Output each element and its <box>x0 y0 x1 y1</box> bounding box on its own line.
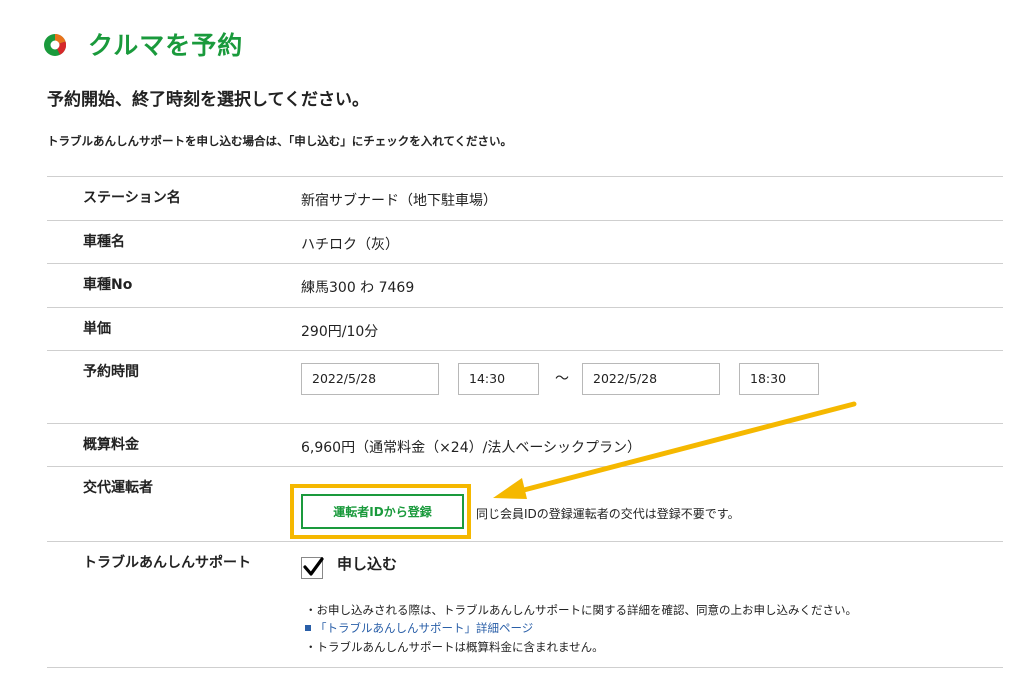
checkmark-icon <box>303 557 324 576</box>
alternate-driver-note: 同じ会員IDの登録運転者の交代は登録不要です。 <box>476 507 740 521</box>
station-row: ステーション名 新宿サブナード（地下駐車場） <box>47 177 1003 221</box>
bottom-divider <box>47 667 1003 668</box>
support-note-fee: ・トラブルあんしんサポートは概算料金に含まれません。 <box>305 640 604 654</box>
car-name-label: 車種名 <box>83 234 125 250</box>
apply-checkbox-label[interactable]: 申し込む <box>337 553 397 574</box>
estimated-fee-row: 概算料金 6,960円（通常料金（×24）/法人ベーシックプラン） <box>47 424 1003 467</box>
station-label: ステーション名 <box>83 190 181 206</box>
reservation-time-row: 予約時間 2022/5/28 14:30 ～ 2022/5/28 18:30 <box>47 351 1003 424</box>
station-value: 新宿サブナード（地下駐車場） <box>301 193 497 209</box>
register-by-driver-id-button[interactable]: 運転者IDから登録 <box>301 494 464 529</box>
page-title: クルマを予約 <box>88 31 244 60</box>
alternate-driver-label: 交代運転者 <box>83 480 153 496</box>
alternate-driver-row: 交代運転者 運転者IDから登録 同じ会員IDの登録運転者の交代は登録不要です。 <box>47 467 1003 542</box>
estimated-fee-label: 概算料金 <box>83 437 139 453</box>
link-bullet-icon <box>305 625 311 631</box>
car-name-value: ハチロク（灰） <box>301 237 399 253</box>
end-date-input[interactable]: 2022/5/28 <box>582 363 720 395</box>
car-share-logo-icon <box>44 34 66 56</box>
unit-price-label: 単価 <box>83 321 111 337</box>
car-name-row: 車種名 ハチロク（灰） <box>47 221 1003 264</box>
car-number-value: 練馬300 わ 7469 <box>301 280 415 296</box>
time-range-separator: ～ <box>555 371 569 387</box>
end-time-input[interactable]: 18:30 <box>739 363 819 395</box>
unit-price-value: 290円/10分 <box>301 324 379 340</box>
unit-price-row: 単価 290円/10分 <box>47 308 1003 351</box>
start-date-input[interactable]: 2022/5/28 <box>301 363 439 395</box>
trouble-support-label: トラブルあんしんサポート <box>83 555 251 571</box>
support-details-link-text[interactable]: 「トラブルあんしんサポート」詳細ページ <box>315 621 533 635</box>
reservation-time-label: 予約時間 <box>83 364 139 380</box>
reservation-form-table: ステーション名 新宿サブナード（地下駐車場） 車種名 ハチロク（灰） 車種No … <box>47 176 1003 669</box>
support-notice: トラブルあんしんサポートを申し込む場合は、「申し込む」にチェックを入れてください… <box>47 134 513 148</box>
support-note-terms: ・お申し込みされる際は、トラブルあんしんサポートに関する詳細を確認、同意の上お申… <box>305 603 857 617</box>
instruction-heading: 予約開始、終了時刻を選択してください。 <box>47 90 369 110</box>
start-time-input[interactable]: 14:30 <box>458 363 539 395</box>
estimated-fee-value: 6,960円（通常料金（×24）/法人ベーシックプラン） <box>301 440 642 456</box>
apply-checkbox[interactable] <box>301 557 324 579</box>
car-number-row: 車種No 練馬300 わ 7469 <box>47 264 1003 308</box>
car-number-label: 車種No <box>83 277 133 293</box>
trouble-support-row: トラブルあんしんサポート 申し込む ・お申し込みされる際は、トラブルあんしんサポ… <box>47 542 1003 669</box>
support-details-link[interactable]: 「トラブルあんしんサポート」詳細ページ <box>305 620 533 636</box>
